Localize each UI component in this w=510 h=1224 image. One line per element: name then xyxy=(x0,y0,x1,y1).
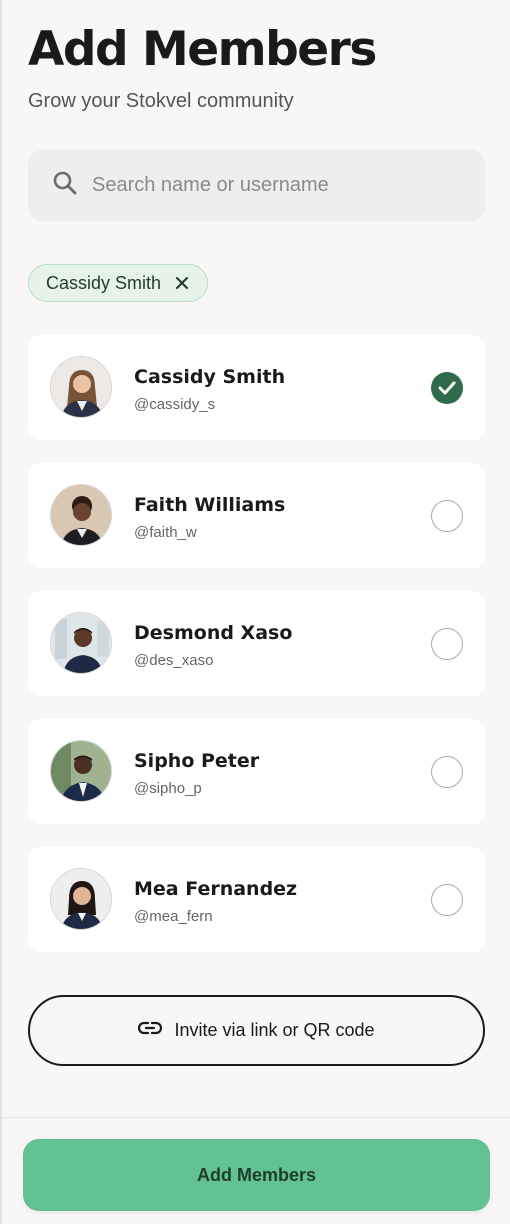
search-bar[interactable] xyxy=(28,150,485,221)
invite-label: Invite via link or QR code xyxy=(174,1020,375,1040)
search-icon xyxy=(52,170,78,201)
member-name: Desmond Xaso xyxy=(134,622,293,644)
left-border xyxy=(0,0,2,1224)
radio-button[interactable] xyxy=(431,500,463,532)
member-list: Cassidy Smith @cassidy_s Faith Williams … xyxy=(28,335,485,975)
page-title: Add Members xyxy=(28,22,377,77)
member-username: @des_xaso xyxy=(134,652,214,669)
avatar xyxy=(50,612,112,674)
member-username: @mea_fern xyxy=(134,908,213,925)
selected-member-chip: Cassidy Smith xyxy=(28,264,209,302)
avatar xyxy=(50,356,112,418)
member-username: @cassidy_s xyxy=(134,396,216,413)
member-name: Sipho Peter xyxy=(134,750,260,772)
member-username: @sipho_p xyxy=(134,780,202,797)
radio-button[interactable] xyxy=(431,756,463,788)
member-card-desmond-xaso[interactable]: Desmond Xaso @des_xaso xyxy=(28,591,485,696)
footer-divider xyxy=(0,1117,510,1118)
chip-label: Cassidy Smith xyxy=(46,272,162,293)
member-card-faith-williams[interactable]: Faith Williams @faith_w xyxy=(28,463,485,568)
add-members-button[interactable]: Add Members xyxy=(23,1139,490,1211)
member-username: @faith_w xyxy=(134,524,197,541)
avatar xyxy=(50,484,112,546)
avatar xyxy=(50,868,112,930)
checkmark-icon[interactable] xyxy=(431,372,463,404)
member-name: Faith Williams xyxy=(134,494,286,516)
invite-link-button[interactable]: Invite via link or QR code xyxy=(28,995,485,1066)
close-icon[interactable] xyxy=(175,276,189,290)
member-name: Cassidy Smith xyxy=(134,366,286,388)
page-subtitle: Grow your Stokvel community xyxy=(28,90,294,112)
radio-button[interactable] xyxy=(431,884,463,916)
member-card-sipho-peter[interactable]: Sipho Peter @sipho_p xyxy=(28,719,485,824)
search-input[interactable] xyxy=(92,174,452,197)
member-name: Mea Fernandez xyxy=(134,878,298,900)
add-members-label: Add Members xyxy=(196,1164,317,1185)
member-card-cassidy-smith[interactable]: Cassidy Smith @cassidy_s xyxy=(28,335,485,440)
member-card-mea-fernandez[interactable]: Mea Fernandez @mea_fern xyxy=(28,847,485,952)
radio-button[interactable] xyxy=(431,628,463,660)
avatar xyxy=(50,740,112,802)
link-icon xyxy=(138,1021,163,1040)
